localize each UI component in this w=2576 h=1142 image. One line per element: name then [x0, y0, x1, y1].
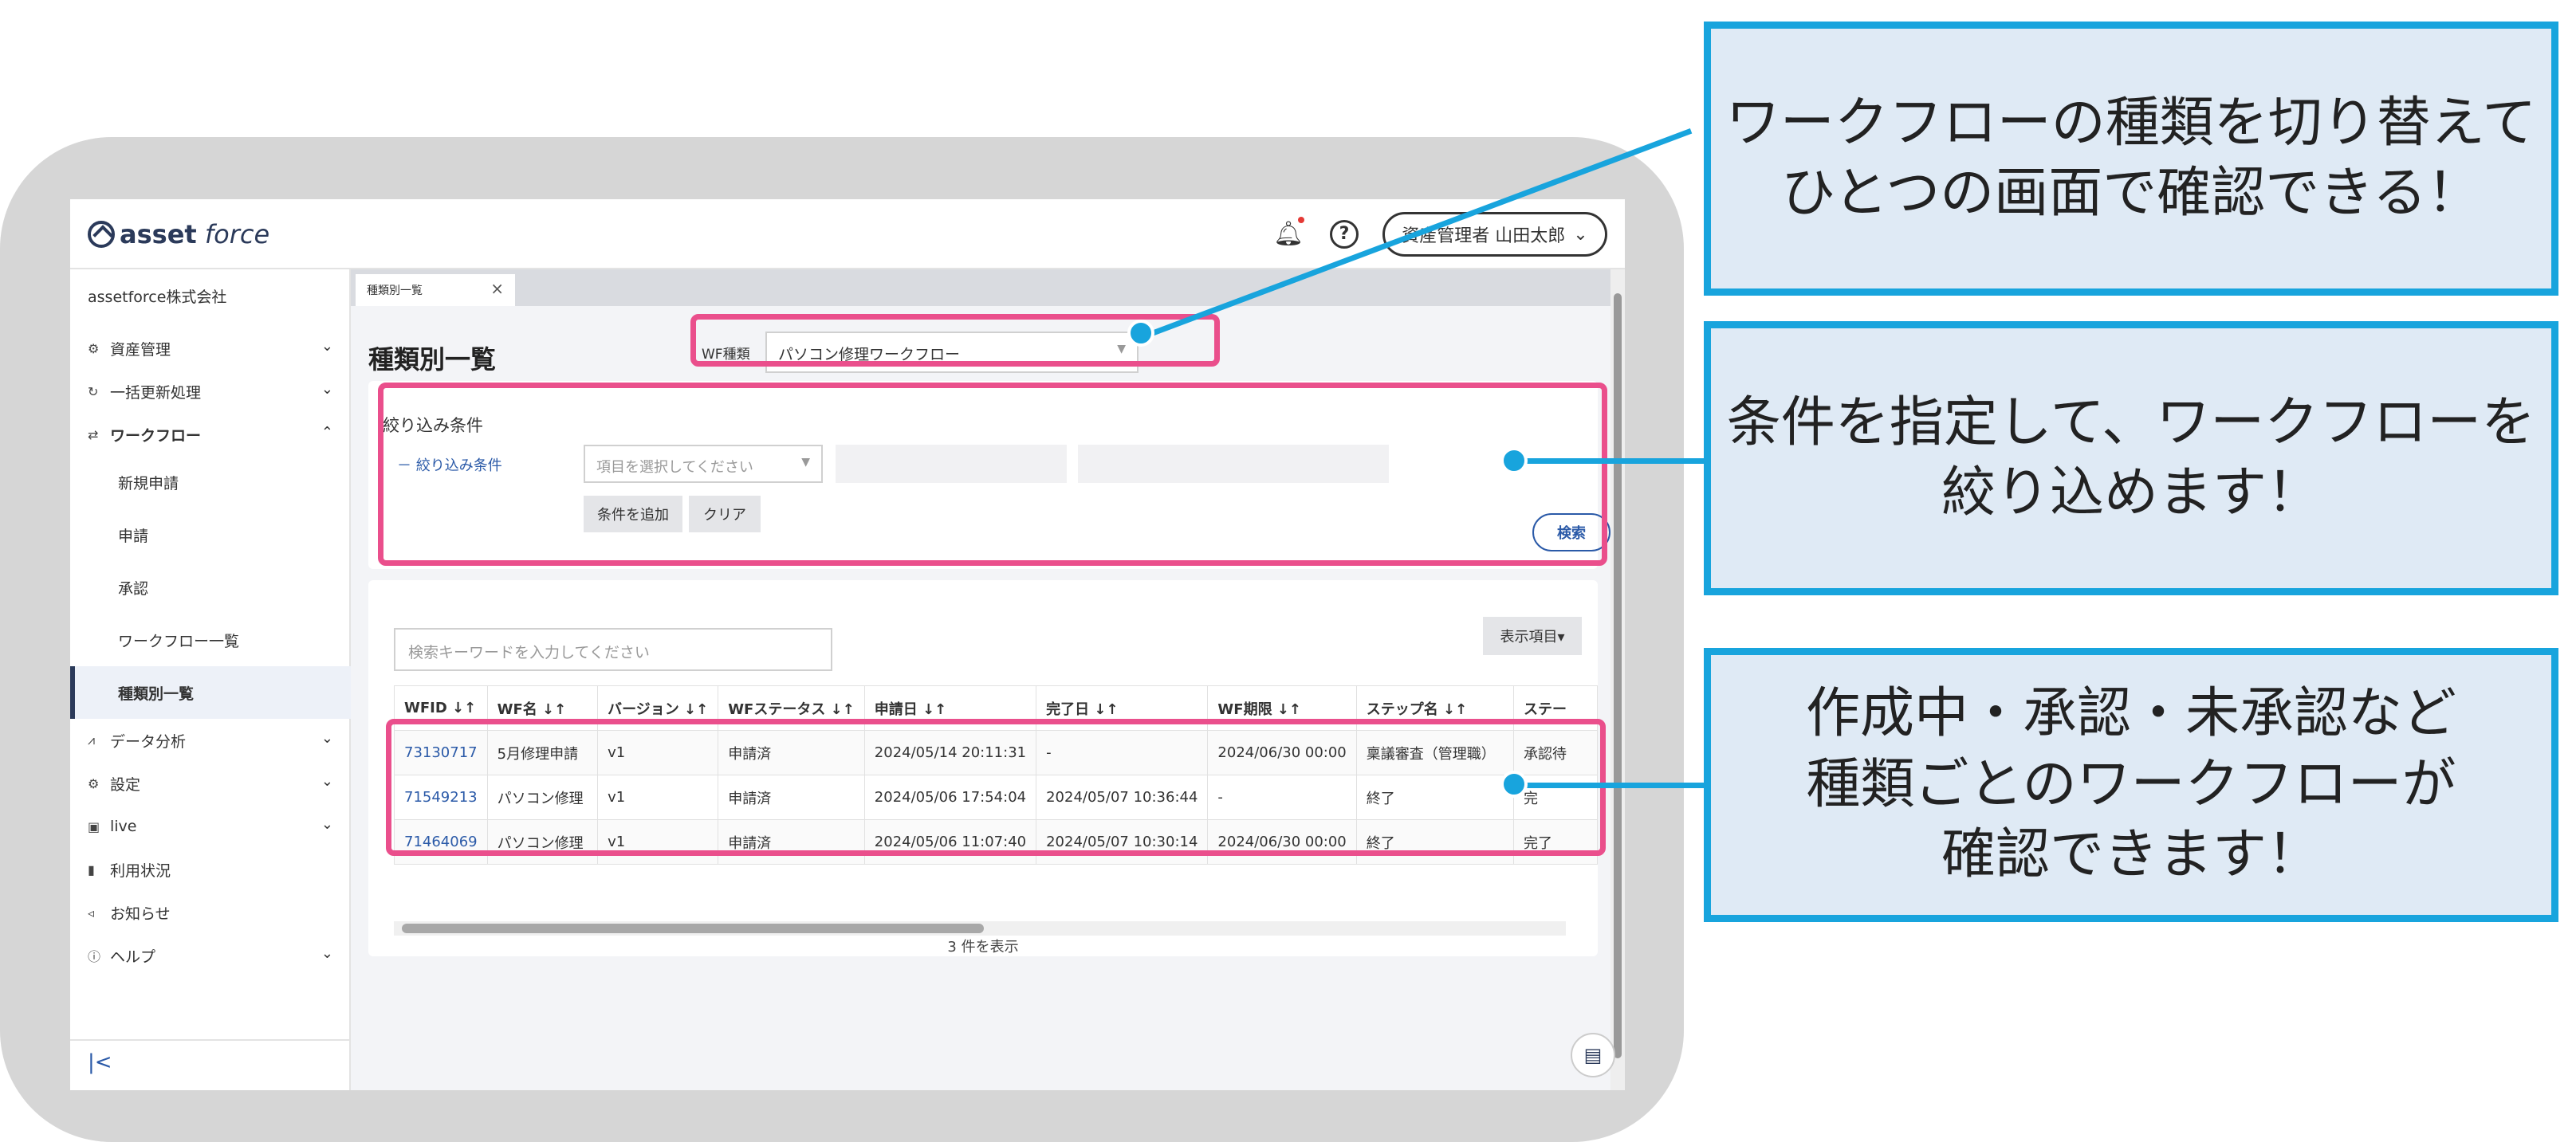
company-name: assetforce株式会社 [88, 288, 227, 306]
vertical-scrollbar[interactable] [1610, 269, 1625, 1090]
sidebar-item-bulk-update[interactable]: ↻ 一括更新処理 ⌄ [70, 370, 351, 413]
megaphone-icon: ◃ [88, 905, 95, 920]
chart-icon: ⩘ [88, 732, 96, 748]
user-name: 資産管理者 山田太郎 [1402, 226, 1566, 246]
chevron-down-icon: ⌄ [321, 945, 333, 962]
sidebar: assetforce株式会社 ⚙ 資産管理 ⌄ ↻ 一括更新処理 ⌄ ⇄ ワーク… [70, 269, 351, 1090]
sidebar-item-label: データ分析 [110, 732, 187, 751]
callout-filter: 条件を指定して、ワークフローを 絞り込めます！ [1704, 321, 2558, 595]
live-icon: ▣ [88, 818, 100, 834]
sidebar-sub-approve[interactable]: 承認 [70, 561, 351, 614]
logo-icon [88, 221, 115, 248]
workflow-icon: ⇄ [88, 426, 99, 442]
page-title: 種類別一覧 [368, 344, 497, 375]
help-icon[interactable]: ? [1330, 220, 1359, 249]
sidebar-item-label: live [110, 818, 137, 835]
keyword-search-input[interactable]: 検索キーワードを入力してください [394, 628, 832, 671]
chevron-down-icon: ⌄ [321, 773, 333, 790]
gear-icon: ⚙ [88, 340, 100, 356]
sidebar-divider [70, 1039, 349, 1041]
notification-dot [1298, 217, 1304, 223]
table-rows-highlight [386, 719, 1606, 856]
sidebar-item-label: 一括更新処理 [110, 383, 202, 402]
callout-switch-type: ワークフローの種類を切り替えて ひとつの画面で確認できる！ [1704, 22, 2558, 296]
callout-line: ワークフローの種類を切り替えて [1725, 91, 2537, 155]
callout-line: 種類ごとのワークフローが [1806, 752, 2456, 816]
sidebar-item-asset[interactable]: ⚙ 資産管理 ⌄ [70, 327, 351, 370]
connector-dot-1 [1127, 320, 1154, 347]
chevron-down-icon: ⌄ [1573, 224, 1588, 245]
sidebar-item-label: ワークフロー [110, 426, 202, 445]
chevron-up-icon: ⌃ [321, 424, 333, 441]
tab-by-type[interactable]: 種類別一覧 × [356, 274, 515, 306]
usage-icon: ▮ [88, 861, 95, 877]
chat-icon[interactable]: ▤ [1571, 1033, 1615, 1077]
chevron-down-icon: ⌄ [321, 381, 333, 398]
sidebar-sub-apply[interactable]: 申請 [70, 508, 351, 561]
callout-line: 条件を指定して、ワークフローを [1726, 390, 2536, 454]
bell-icon[interactable]: 🔔︎ [1272, 218, 1304, 250]
tab-bar: 種類別一覧 × [351, 269, 1610, 306]
sidebar-item-live[interactable]: ▣ live ⌄ [70, 805, 351, 848]
scrollbar-thumb[interactable] [1614, 293, 1622, 1058]
callout-by-type: 作成中・承認・未承認など 種類ごとのワークフローが 確認できます！ [1704, 648, 2558, 922]
sidebar-item-label: お知らせ [110, 905, 171, 923]
sidebar-item-data-analysis[interactable]: ⩘ データ分析 ⌄ [70, 719, 351, 762]
top-bar: asset force 🔔︎ ? 資産管理者 山田太郎 ⌄ [70, 199, 1625, 269]
filter-highlight [378, 383, 1607, 566]
sidebar-item-label: 設定 [110, 775, 141, 794]
callout-line: 確認できます！ [1941, 823, 2321, 887]
sidebar-item-settings[interactable]: ⚙ 設定 ⌄ [70, 762, 351, 805]
connector-line-2 [1515, 458, 1714, 464]
sidebar-sub-new[interactable]: 新規申請 [70, 456, 351, 508]
sidebar-sub-workflow-list[interactable]: ワークフロー一覧 [70, 614, 351, 666]
sidebar-item-help[interactable]: ⓘ ヘルプ ⌄ [70, 934, 351, 977]
sidebar-item-usage[interactable]: ▮ 利用状況 [70, 848, 351, 891]
sidebar-item-label: ヘルプ [110, 948, 156, 966]
close-icon[interactable]: × [490, 279, 504, 298]
sidebar-item-news[interactable]: ◃ お知らせ [70, 891, 351, 934]
sidebar-item-label: 利用状況 [110, 861, 171, 880]
tab-label: 種類別一覧 [367, 285, 423, 297]
collapse-sidebar-button[interactable]: |< [88, 1050, 112, 1074]
chevron-down-icon: ⌄ [321, 816, 333, 833]
connector-dot-3 [1500, 771, 1528, 798]
sidebar-item-workflow[interactable]: ⇄ ワークフロー ⌃ [70, 413, 351, 456]
result-count: 3 件を表示 [947, 939, 1019, 956]
sidebar-item-label: 資産管理 [110, 340, 171, 359]
scrollbar-thumb[interactable] [402, 924, 984, 933]
refresh-icon: ↻ [88, 383, 99, 399]
callout-line: 絞り込めます！ [1941, 461, 2321, 524]
sidebar-sub-by-type[interactable]: 種類別一覧 [70, 666, 351, 719]
connector-dot-2 [1500, 447, 1528, 474]
connector-line-3 [1515, 783, 1706, 788]
help-icon: ⓘ [88, 949, 101, 964]
app-screen: asset force 🔔︎ ? 資産管理者 山田太郎 ⌄ assetforce… [70, 199, 1625, 1090]
display-columns-button[interactable]: 表示項目▾ [1483, 617, 1582, 655]
settings-icon: ⚙ [88, 775, 100, 791]
chevron-down-icon: ⌄ [321, 730, 333, 747]
chevron-down-icon: ⌄ [321, 338, 333, 355]
logo-text: asset force [120, 219, 270, 249]
sidebar-nav: ⚙ 資産管理 ⌄ ↻ 一括更新処理 ⌄ ⇄ ワークフロー ⌃ 新規申請 申請 承… [70, 327, 351, 977]
callout-line: 作成中・承認・未承認など [1805, 682, 2456, 746]
callout-line: ひとつの画面で確認できる！ [1781, 162, 2481, 225]
app-logo[interactable]: asset force [88, 217, 269, 252]
horizontal-scrollbar[interactable] [394, 921, 1566, 936]
